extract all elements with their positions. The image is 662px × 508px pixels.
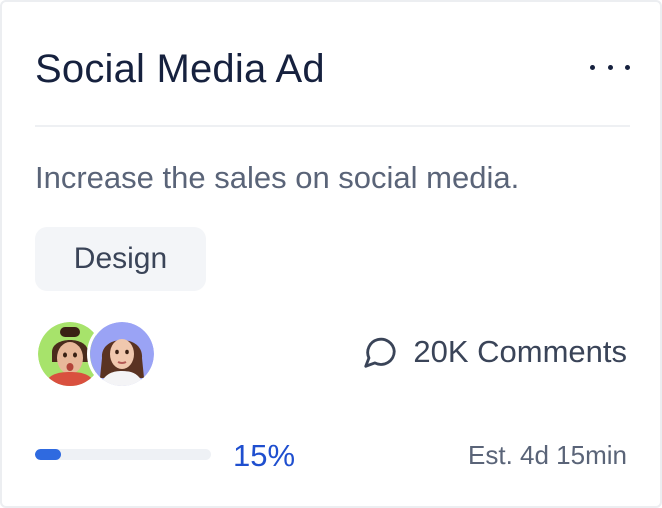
comment-bubble-icon: [364, 337, 397, 368]
assignee-avatars: [35, 319, 165, 390]
more-dot: [590, 64, 595, 70]
comments-count: 20K Comments: [413, 334, 627, 369]
card-description: Increase the sales on social media.: [35, 160, 520, 195]
progress-percentage: 15%: [233, 438, 296, 473]
progress-bar-fill: [35, 449, 62, 460]
category-tag[interactable]: Design: [35, 227, 206, 291]
more-dot: [607, 64, 613, 70]
card-title: Social Media Ad: [35, 47, 325, 91]
more-dot: [625, 64, 630, 70]
progress-bar: [35, 449, 211, 460]
card-header: Social Media Ad: [35, 44, 630, 94]
time-estimate: Est. 4d 15min: [468, 440, 627, 470]
header-divider: [35, 125, 630, 127]
avatar[interactable]: [87, 319, 157, 389]
task-card[interactable]: Social Media Ad Increase the sales on so…: [0, 0, 662, 508]
more-options-button[interactable]: [590, 54, 630, 80]
comments-link[interactable]: 20K Comments: [361, 332, 627, 372]
